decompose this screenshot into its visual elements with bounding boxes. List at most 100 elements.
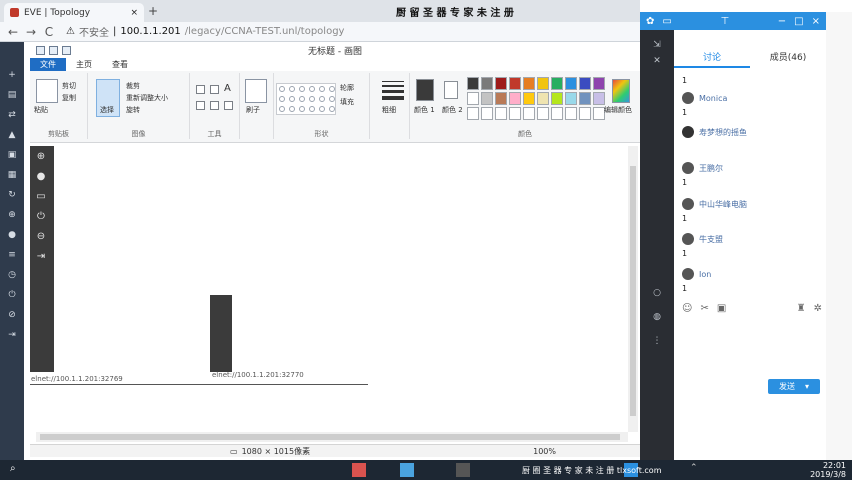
fill-button[interactable]: 填充 [340,97,354,107]
power-icon[interactable]: ⏻ [34,210,48,224]
reload-button[interactable]: C [44,25,54,39]
color-swatch[interactable] [523,77,535,90]
browser-tab[interactable]: EVE | Topology × [4,3,144,22]
chat-user-row[interactable]: Ion [682,268,822,280]
tab-members[interactable]: 成员(46) [750,48,826,68]
crop-button[interactable]: 裁剪 [126,81,140,91]
scissors-icon[interactable]: ✂ [700,303,708,314]
color-swatch[interactable] [481,107,493,120]
color-swatch[interactable] [551,77,563,90]
chat-user-row[interactable]: 寿梦想的摇鱼 [682,126,822,138]
folder-icon[interactable]: ▭ [662,16,671,27]
edit-colors-button[interactable]: 编辑颜色 [604,105,632,115]
rotate-button[interactable]: 旋转 [126,105,140,115]
tab-view[interactable]: 查看 [102,58,138,71]
expand-icon[interactable]: ⇲ [650,38,664,52]
list-icon[interactable]: ≡ [5,248,19,262]
color-swatch[interactable] [481,92,493,105]
info-icon[interactable]: ● [34,170,48,184]
color1-swatch[interactable] [416,79,434,101]
url-field[interactable]: ⚠ 不安全 | 100.1.1.201/legacy/CCNA-TEST.unl… [66,24,344,39]
chat-user-row[interactable]: 中山华峰电脑 [682,198,822,210]
chat-user-row[interactable]: 王鹏尔 [682,162,822,174]
info-icon[interactable]: ● [5,228,19,242]
pencil-icon[interactable] [196,85,205,94]
taskbar-app-1[interactable] [352,463,366,477]
picture-icon[interactable]: ▣ [5,148,19,162]
user-icon[interactable]: ○ [650,286,664,300]
color-swatch[interactable] [593,92,605,105]
close-tab-icon[interactable]: × [130,8,138,18]
power-icon[interactable]: ⏻ [5,288,19,302]
close-panel-icon[interactable]: ✕ [650,54,664,68]
color-swatch[interactable] [551,107,563,120]
color-swatch[interactable] [565,107,577,120]
color-swatch[interactable] [495,92,507,105]
color-swatch[interactable] [467,107,479,120]
maximize-icon[interactable]: □ [794,16,803,27]
outline-button[interactable]: 轮廓 [340,83,354,93]
color2-swatch[interactable] [444,81,458,99]
tab-home[interactable]: 主页 [66,58,102,71]
color-swatch[interactable] [565,92,577,105]
magnifier-icon[interactable] [224,101,233,110]
dots-icon[interactable]: ⋮ [650,334,664,348]
color-swatch[interactable] [467,92,479,105]
color-swatch[interactable] [579,77,591,90]
color1-button[interactable]: 颜色 1 [414,105,435,115]
color-swatch[interactable] [593,77,605,90]
color-swatch[interactable] [537,77,549,90]
settings-icon[interactable]: ◍ [650,310,664,324]
console-window-2[interactable] [210,295,232,372]
color2-button[interactable]: 颜色 2 [442,105,463,115]
paste-button[interactable]: 粘贴 [34,105,48,115]
zoom-icon[interactable]: ⊕ [5,208,19,222]
minimize-icon[interactable]: − [778,16,786,27]
select-button[interactable]: 选择 [100,105,114,115]
color-swatch[interactable] [579,107,591,120]
color-swatch[interactable] [579,92,591,105]
members-icon[interactable]: ♜ [797,303,806,314]
color-palette[interactable] [467,77,605,120]
clock-icon[interactable]: ◷ [5,268,19,282]
grid-icon[interactable]: ▦ [5,168,19,182]
color-swatch[interactable] [481,77,493,90]
size-icon[interactable] [382,81,404,103]
chat-user-row[interactable]: 牛支盟 [682,233,822,245]
brushes-button[interactable]: 刷子 [246,105,260,115]
node-icon[interactable]: ▤ [5,88,19,102]
close-lab-icon[interactable]: ⊘ [5,308,19,322]
vertical-scrollbar[interactable] [628,146,638,432]
forward-button[interactable]: → [26,25,36,39]
color-swatch[interactable] [537,92,549,105]
text-icon[interactable]: A [224,83,231,94]
console-window-1[interactable]: ⊕ ● ▭ ⏻ ⊖ ⇥ [30,146,54,372]
color-swatch[interactable] [495,77,507,90]
clock[interactable]: 22:01 2019/3/8 [796,461,846,479]
send-dropdown-icon[interactable]: ▾ [805,382,809,391]
copy-button[interactable]: 复制 [62,93,76,103]
color-swatch[interactable] [523,107,535,120]
chat-user-row[interactable]: Monica [682,92,822,104]
color-swatch[interactable] [537,107,549,120]
color-swatch[interactable] [509,107,521,120]
tab-discussion[interactable]: 讨论 [674,48,750,68]
paint-canvas[interactable] [30,143,640,455]
horizontal-scrollbar[interactable] [36,432,628,442]
pin-icon[interactable]: ⊤ [720,16,729,27]
color-swatch[interactable] [467,77,479,90]
color-swatch[interactable] [551,92,563,105]
image-icon[interactable]: ▣ [717,303,726,314]
zoom-in-icon[interactable]: ⊕ [34,150,48,164]
refresh-icon[interactable]: ↻ [5,188,19,202]
send-button[interactable]: 发送 ▾ [768,379,820,394]
logout-icon[interactable]: ⇥ [5,328,19,342]
network-icon[interactable]: ⇄ [5,108,19,122]
add-icon[interactable]: + [5,68,19,82]
document-icon[interactable]: ▭ [34,190,48,204]
stop-icon[interactable]: ⊖ [34,230,48,244]
color-picker-icon[interactable] [210,101,219,110]
new-tab-button[interactable]: + [148,4,158,18]
taskbar-app-3[interactable] [456,463,470,477]
back-button[interactable]: ← [8,25,18,39]
